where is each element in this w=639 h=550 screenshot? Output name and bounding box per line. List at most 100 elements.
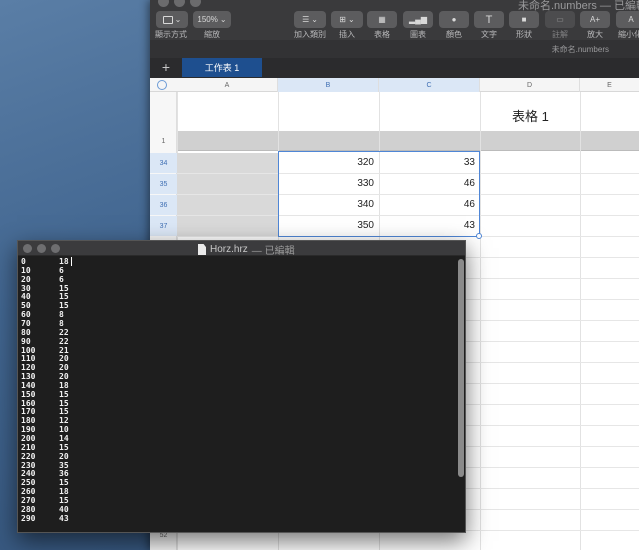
chevron-down-icon: ⌄: [219, 15, 227, 24]
bigger-button[interactable]: A+: [580, 11, 610, 28]
editor-titlebar[interactable]: Horz.hrz — 已編輯: [18, 241, 465, 257]
view-button[interactable]: ⌄: [156, 11, 188, 28]
line-y-value: 20: [59, 354, 69, 364]
line-x-value: 160: [21, 398, 36, 408]
line-y-value: 20: [59, 363, 69, 373]
line-x-value: 40: [21, 292, 31, 302]
line-y-value: 12: [59, 416, 69, 426]
color-button[interactable]: ●: [439, 11, 469, 28]
row-header-52[interactable]: 52: [150, 532, 177, 539]
line-y-value: 20: [59, 372, 69, 382]
line-y-value: 18: [59, 257, 69, 266]
row-header-35[interactable]: 35: [150, 174, 177, 194]
line-x-value: 30: [21, 283, 31, 293]
line-y-value: 22: [59, 336, 69, 346]
line-x-value: 220: [21, 451, 36, 461]
line-x-value: 180: [21, 416, 36, 426]
zoom-button[interactable]: 150% ⌄: [193, 11, 231, 28]
line-y-value: 20: [59, 451, 69, 461]
line-x-value: 50: [21, 301, 31, 311]
zoom-window-button[interactable]: [51, 244, 60, 253]
zoom-window-button[interactable]: [190, 0, 201, 7]
line-x-value: 270: [21, 495, 36, 505]
cell-selection-outline: [278, 151, 480, 237]
cell-a36[interactable]: [177, 195, 278, 215]
editor-scrollbar[interactable]: [458, 259, 464, 477]
shape-button[interactable]: ■: [509, 11, 539, 28]
line-x-value: 20: [21, 274, 31, 284]
line-y-value: 6: [59, 274, 64, 284]
insert-plus-icon: ⊞: [339, 15, 346, 24]
column-header-c[interactable]: C: [379, 78, 480, 92]
line-x-value: 0: [21, 257, 26, 266]
table-header-row[interactable]: [177, 131, 639, 151]
line-x-value: 190: [21, 425, 36, 435]
line-y-value: 8: [59, 310, 64, 320]
text-label: 文字: [481, 30, 497, 39]
line-x-value: 80: [21, 327, 31, 337]
line-y-value: 8: [59, 318, 64, 328]
table-title[interactable]: 表格 1: [512, 106, 549, 125]
cell-a34[interactable]: [177, 153, 278, 173]
line-x-value: 230: [21, 460, 36, 470]
column-header-a[interactable]: A: [177, 78, 278, 92]
table-icon: ▦: [378, 15, 386, 24]
line-y-value: 15: [59, 283, 69, 293]
minimize-window-button[interactable]: [174, 0, 185, 7]
editor-edited-status: — 已編輯: [251, 246, 295, 257]
smaller-button[interactable]: A: [616, 11, 639, 28]
add-category-button[interactable]: ☰ ⌄: [294, 11, 326, 28]
comment-button[interactable]: ▭: [545, 11, 575, 28]
line-y-value: 15: [59, 442, 69, 452]
line-y-value: 10: [59, 425, 69, 435]
selection-resize-handle[interactable]: [476, 233, 482, 239]
minimize-window-button[interactable]: [37, 244, 46, 253]
text-button[interactable]: T: [474, 11, 504, 28]
line-x-value: 130: [21, 372, 36, 382]
add-category-label: 加入類別: [294, 30, 326, 39]
insert-button[interactable]: ⊞ ⌄: [331, 11, 363, 28]
sheet-tab-bar: + 工作表 1: [150, 58, 639, 78]
line-x-value: 120: [21, 363, 36, 373]
line-x-value: 250: [21, 478, 36, 488]
table-label: 表格: [374, 30, 390, 39]
line-x-value: 260: [21, 487, 36, 497]
row-header-34[interactable]: 34: [150, 153, 177, 173]
select-all-circle-icon[interactable]: [157, 80, 167, 90]
line-x-value: 280: [21, 504, 36, 514]
add-sheet-button[interactable]: +: [158, 59, 174, 75]
sheet-tab-1[interactable]: 工作表 1: [182, 58, 262, 77]
editor-text-area[interactable]: 0 18 10 6 20 6 30 15 40 15 50 15 60 8 70 8 80 22 90 22 100 21…: [21, 257, 451, 532]
chart-button[interactable]: ▂▄▆: [403, 11, 433, 28]
close-window-button[interactable]: [23, 244, 32, 253]
row-header-36[interactable]: 36: [150, 195, 177, 215]
list-icon: ☰: [302, 15, 310, 24]
line-y-value: 18: [59, 487, 69, 497]
grid-column-line: [480, 92, 481, 550]
row-header-37[interactable]: 37: [150, 216, 177, 236]
shape-square-icon: ■: [521, 15, 527, 24]
text-icon: T: [485, 13, 493, 26]
table-button[interactable]: ▦: [367, 11, 397, 28]
line-x-value: 240: [21, 469, 36, 479]
line-x-value: 60: [21, 310, 31, 320]
column-header-d[interactable]: D: [480, 78, 580, 92]
chevron-down-icon: ⌄: [348, 15, 355, 24]
row-header-1[interactable]: 1: [150, 131, 177, 151]
comment-label: 註解: [552, 30, 568, 39]
line-y-value: 15: [59, 389, 69, 399]
color-circle-icon: ●: [451, 15, 457, 24]
line-x-value: 200: [21, 434, 36, 443]
line-x-value: 70: [21, 318, 31, 328]
cell-a35[interactable]: [177, 174, 278, 194]
column-header-b[interactable]: B: [278, 78, 379, 92]
column-header-e[interactable]: E: [580, 78, 639, 92]
comment-icon: ▭: [556, 15, 564, 24]
close-window-button[interactable]: [158, 0, 169, 7]
view-label: 顯示方式: [155, 30, 187, 39]
line-y-value: 15: [59, 478, 69, 488]
line-x-value: 110: [21, 354, 36, 364]
zoom-label: 縮放: [204, 30, 220, 39]
cell-a37[interactable]: [177, 216, 278, 236]
line-x-value: 290: [21, 513, 36, 523]
